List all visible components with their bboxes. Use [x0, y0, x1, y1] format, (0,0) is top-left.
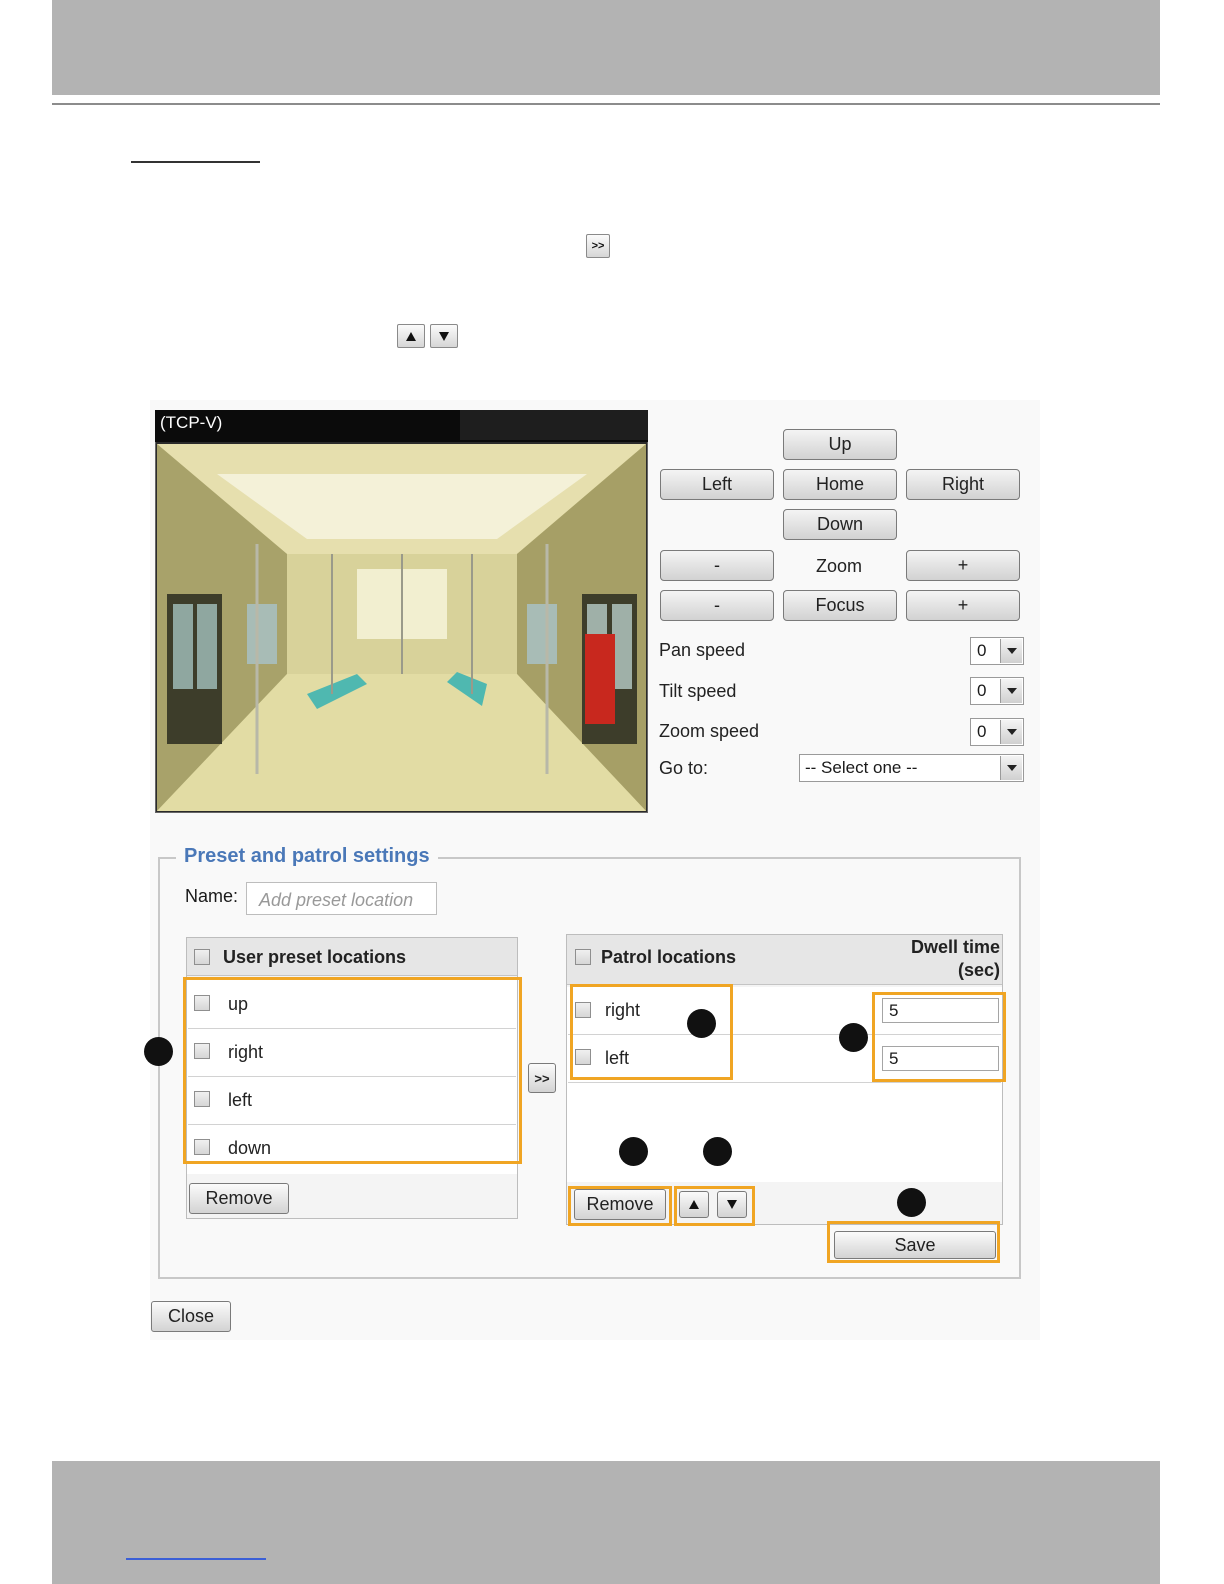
- dwell-time-highlight: [872, 992, 1006, 1082]
- zoom-in-button[interactable]: +: [906, 550, 1020, 581]
- pan-right-button[interactable]: Right: [906, 469, 1020, 500]
- callout-marker: [144, 1037, 173, 1066]
- footer-link-underline: [126, 1558, 266, 1560]
- pan-down-button[interactable]: Down: [783, 509, 897, 540]
- pan-speed-value: 0: [977, 641, 987, 660]
- callout-marker: [687, 1009, 716, 1038]
- section-underline: [131, 161, 260, 163]
- preset-name-input[interactable]: Add preset location: [246, 882, 437, 915]
- callout-marker: [897, 1188, 926, 1217]
- preset-name-label: Name:: [185, 886, 239, 906]
- user-preset-highlight: [183, 977, 522, 1164]
- dwell-time-unit: (sec): [957, 960, 1000, 980]
- pan-up-button[interactable]: Up: [783, 429, 897, 460]
- save-highlight: [827, 1221, 1000, 1263]
- dwell-time-header: Dwell time: [910, 937, 1000, 957]
- preset-patrol-legend: Preset and patrol settings: [176, 845, 438, 868]
- user-preset-remove-button[interactable]: Remove: [189, 1183, 289, 1214]
- add-to-patrol-icon: >>: [586, 234, 610, 258]
- chevron-down-icon: [1000, 639, 1022, 663]
- goto-value: -- Select one --: [805, 758, 918, 777]
- user-preset-header-label: User preset locations: [223, 947, 407, 967]
- tilt-speed-label: Tilt speed: [659, 681, 737, 701]
- close-button[interactable]: Close: [151, 1301, 231, 1332]
- footer-bar: [52, 1461, 1160, 1584]
- goto-label: Go to:: [659, 758, 709, 778]
- patrol-header-label: Patrol locations: [601, 947, 737, 967]
- focus-button[interactable]: Focus: [783, 590, 897, 621]
- zoom-label: Zoom: [816, 556, 863, 576]
- chevron-down-icon: [1000, 756, 1022, 780]
- callout-marker: [839, 1023, 868, 1052]
- zoom-out-button[interactable]: -: [660, 550, 774, 581]
- focus-near-button[interactable]: -: [660, 590, 774, 621]
- user-preset-select-all-checkbox[interactable]: [194, 949, 210, 965]
- row-divider: [568, 1082, 1001, 1083]
- pan-speed-label: Pan speed: [659, 640, 746, 660]
- callout-marker: [703, 1137, 732, 1166]
- header-bar: [52, 0, 1160, 95]
- chevron-down-icon: [1000, 679, 1022, 703]
- goto-select[interactable]: -- Select one --: [799, 754, 1024, 782]
- remove-highlight: [568, 1186, 672, 1226]
- move-down-icon: [430, 324, 458, 348]
- focus-far-button[interactable]: +: [906, 590, 1020, 621]
- move-up-icon: [397, 324, 425, 348]
- video-title-bar-right: [460, 410, 648, 440]
- reorder-highlight: [674, 1186, 755, 1226]
- header-rule: [52, 103, 1160, 105]
- patrol-select-all-checkbox[interactable]: [575, 949, 591, 965]
- live-video-image[interactable]: [157, 444, 646, 811]
- video-stream-title: (TCP-V): [160, 413, 223, 432]
- zoom-speed-select[interactable]: 0: [970, 718, 1024, 746]
- add-to-patrol-button[interactable]: >>: [528, 1063, 556, 1093]
- tilt-speed-select[interactable]: 0: [970, 677, 1024, 705]
- pan-speed-select[interactable]: 0: [970, 637, 1024, 665]
- chevron-down-icon: [1000, 720, 1022, 744]
- zoom-speed-value: 0: [977, 722, 987, 741]
- pan-left-button[interactable]: Left: [660, 469, 774, 500]
- tilt-speed-value: 0: [977, 681, 987, 700]
- zoom-speed-label: Zoom speed: [659, 721, 760, 741]
- callout-marker: [619, 1137, 648, 1166]
- home-button[interactable]: Home: [783, 469, 897, 500]
